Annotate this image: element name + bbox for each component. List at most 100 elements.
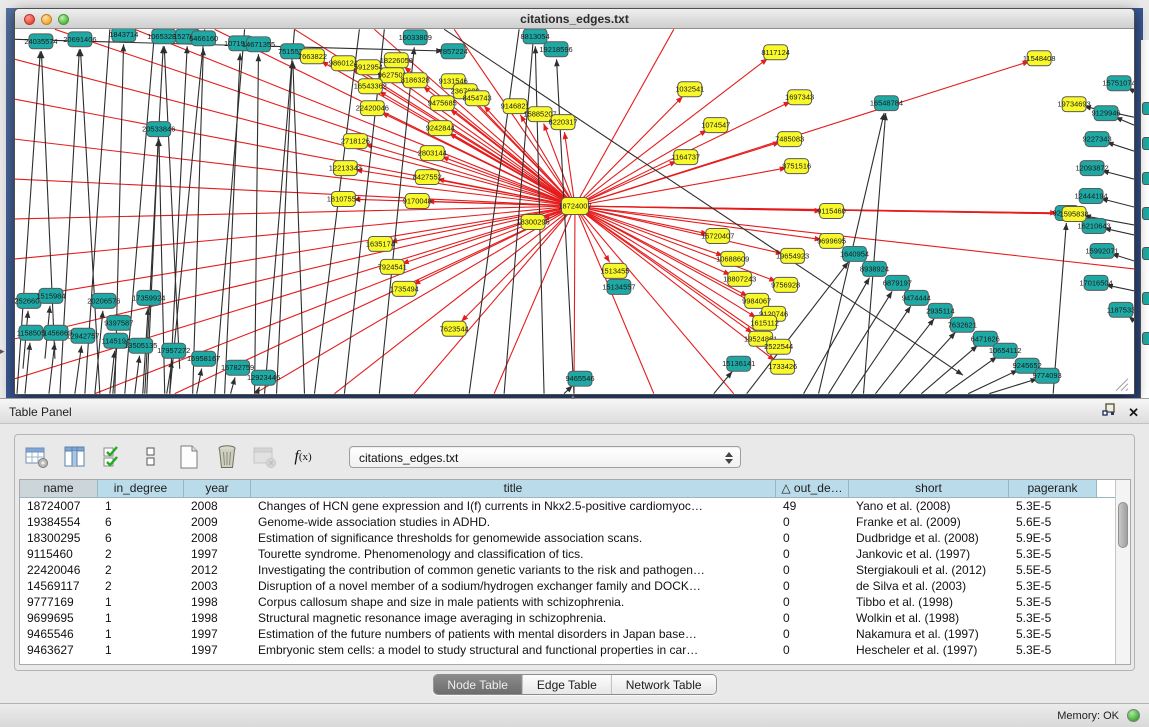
graph-node[interactable]: 1735494 (390, 281, 419, 296)
graph-node[interactable]: 12444194 (1074, 189, 1107, 204)
graph-node[interactable] (1142, 137, 1149, 150)
table-row[interactable]: 1456911722003Disruption of a novel membe… (20, 578, 1130, 594)
graph-node[interactable]: 1635174 (366, 236, 395, 251)
graph-node[interactable]: 12213343 (329, 161, 362, 176)
table-select-dropdown[interactable]: citations_edges.txt (349, 446, 741, 468)
graph-node[interactable] (1142, 332, 1149, 345)
graph-node[interactable]: 1074547 (701, 118, 730, 133)
graph-node[interactable]: 17359924 (132, 290, 165, 305)
graph-node[interactable]: 8220317 (548, 115, 577, 130)
graph-node[interactable]: 6466160 (189, 31, 218, 46)
graph-node[interactable]: 18226058 (380, 53, 413, 68)
resize-grip-icon[interactable] (1116, 379, 1128, 391)
graph-node[interactable]: 12923446 (247, 370, 280, 385)
graph-node[interactable]: 16543362 (354, 79, 387, 94)
graph-node[interactable] (1142, 292, 1149, 305)
graph-node[interactable]: 1515984 (36, 288, 65, 303)
graph-node[interactable]: 18107554 (327, 192, 360, 207)
graph-node[interactable]: 1697343 (785, 90, 814, 105)
graph-node[interactable]: 7632621 (948, 317, 977, 332)
graph-node[interactable]: 2718126 (341, 134, 370, 149)
vertical-scrollbar[interactable] (1115, 480, 1130, 664)
column-header[interactable]: short (849, 480, 1009, 497)
table-row[interactable]: 977716911998Corpus callosum shape and si… (20, 594, 1130, 610)
graph-node[interactable]: 16958167 (187, 351, 220, 366)
graph-node[interactable]: 9465546 (565, 371, 594, 386)
table-row[interactable]: 969969511998Structural magnetic resonanc… (20, 610, 1130, 626)
graph-node[interactable]: 24035574 (24, 34, 57, 49)
graph-node[interactable] (1142, 102, 1149, 115)
tab-node-table[interactable]: Node Table (433, 675, 523, 694)
graph-node[interactable]: 1640954 (840, 246, 869, 261)
table-row[interactable]: 2242004622012Investigating the contribut… (20, 562, 1130, 578)
table-row[interactable]: 946362711997Embryonic stem cells: a mode… (20, 642, 1130, 658)
graph-node[interactable]: 8454743 (463, 91, 492, 106)
graph-node[interactable]: 9774093 (1033, 368, 1062, 383)
network-canvas[interactable]: 2403557420691406184371410653287152760264… (15, 29, 1134, 394)
float-panel-icon[interactable] (1102, 403, 1116, 422)
table-body[interactable]: 1872400712008Changes of HCN gene express… (20, 498, 1130, 658)
column-header[interactable]: name (20, 480, 98, 497)
graph-node[interactable]: 7623544 (440, 321, 469, 336)
new-table-icon[interactable] (175, 443, 203, 471)
column-header[interactable]: pagerank (1009, 480, 1097, 497)
graph-node[interactable]: 1843714 (109, 29, 138, 42)
graph-node[interactable]: 1733426 (768, 359, 797, 374)
table-row[interactable]: 911546021997Tourette syndrome. Phenomeno… (20, 546, 1130, 562)
table-row[interactable]: 1938455462009Genome-wide association stu… (20, 514, 1130, 530)
scrollbar-thumb[interactable] (1118, 502, 1128, 548)
graph-node[interactable]: 20206576 (87, 293, 120, 308)
graph-node[interactable]: 12093872 (1075, 161, 1108, 176)
graph-node[interactable]: 1032541 (675, 82, 704, 97)
graph-node[interactable]: 16033809 (399, 30, 432, 45)
network-window-titlebar[interactable]: citations_edges.txt (15, 9, 1134, 29)
graph-node[interactable]: 1164737 (672, 150, 701, 165)
table-row[interactable]: 1872400712008Changes of HCN gene express… (20, 498, 1130, 514)
graph-node[interactable]: 10688609 (716, 251, 749, 266)
graph-node[interactable]: 9170048 (403, 194, 432, 209)
graph-node[interactable]: 15136141 (722, 356, 755, 371)
column-header[interactable]: year (184, 480, 251, 497)
graph-node[interactable]: 2803144 (418, 146, 447, 161)
tab-edge-table[interactable]: Edge Table (523, 675, 612, 694)
close-panel-icon[interactable]: ✕ (1128, 405, 1139, 421)
table-row[interactable]: 1830029562008Estimation of significance … (20, 530, 1130, 546)
graph-node[interactable]: 15134557 (602, 279, 635, 294)
graph-node[interactable]: 8751516 (782, 159, 811, 174)
network-view-window[interactable]: citations_edges.txt 24035574 20691406 1843… (14, 8, 1135, 395)
graph-node[interactable]: 20691406 (63, 32, 96, 47)
resize-grip-icon[interactable] (1126, 389, 1128, 391)
graph-node[interactable]: 8938924 (860, 261, 889, 276)
collapsed-panel-chevron[interactable]: ▸ (0, 346, 5, 357)
graph-node[interactable]: 15992071 (1085, 243, 1118, 258)
graph-node[interactable]: 2522544 (764, 339, 793, 354)
graph-node[interactable]: 18300295 (516, 214, 549, 229)
graph-node[interactable]: 9227343 (1083, 132, 1112, 147)
graph-node[interactable]: 22420046 (356, 101, 389, 116)
graph-node[interactable]: 8813054 (521, 29, 550, 44)
column-header[interactable]: title (251, 480, 776, 497)
graph-node[interactable]: 20533846 (142, 122, 175, 137)
graph-node[interactable]: 17016504 (1079, 275, 1112, 290)
graph-node[interactable]: 9115460 (817, 204, 846, 219)
tab-network-table[interactable]: Network Table (612, 675, 716, 694)
graph-node[interactable]: 9242844 (426, 121, 455, 136)
graph-node[interactable]: 19734693 (1057, 97, 1090, 112)
graph-node[interactable]: 1187533 (1107, 302, 1134, 317)
graph-node[interactable]: 9397587 (104, 315, 133, 330)
graph-node[interactable]: 2935114 (926, 303, 955, 318)
graph-node[interactable]: 1615112 (750, 315, 779, 330)
graph-node[interactable]: 14671355 (242, 37, 275, 52)
row-height-icon[interactable] (137, 443, 165, 471)
graph-node[interactable]: 13505135 (124, 338, 157, 353)
graph-node[interactable]: 7924541 (378, 259, 407, 274)
graph-node[interactable] (1142, 172, 1149, 185)
table-row[interactable]: 946554611997Estimation of the future num… (20, 626, 1130, 642)
graph-node[interactable]: 18807243 (723, 271, 756, 286)
graph-node[interactable]: 9699695 (817, 233, 846, 248)
show-columns-icon[interactable] (61, 443, 89, 471)
graph-node[interactable]: 9756928 (771, 277, 800, 292)
graph-node[interactable]: 9129946 (1092, 106, 1121, 121)
column-header[interactable]: △ out_de… (776, 480, 849, 497)
graph-node[interactable]: 11548408 (1023, 51, 1056, 66)
